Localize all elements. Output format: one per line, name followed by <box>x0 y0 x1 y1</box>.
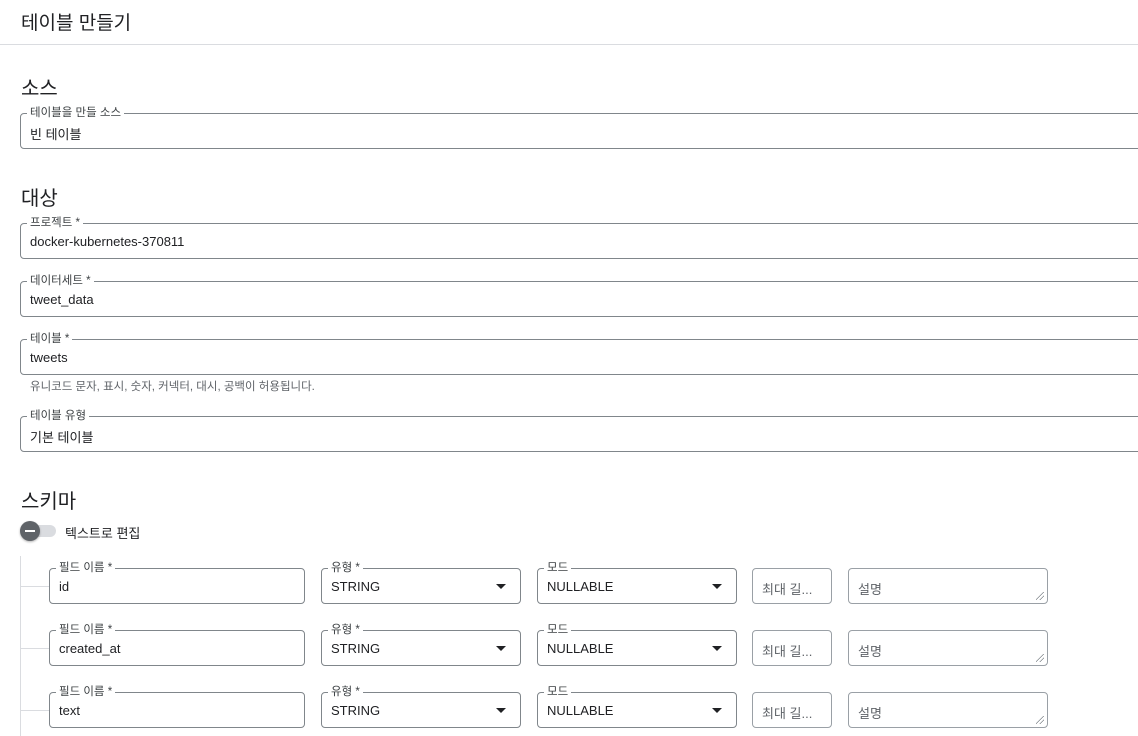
dataset-field-value: tweet_data <box>30 292 94 307</box>
field-type-select[interactable]: 유형 * STRING <box>321 561 521 604</box>
project-field-label: 프로젝트 * <box>27 216 83 230</box>
field-mode-label: 모드 <box>544 561 572 575</box>
field-mode-label: 모드 <box>544 623 572 637</box>
tree-branch <box>20 710 49 711</box>
field-mode-select[interactable]: 모드 NULLABLE <box>537 685 737 728</box>
schema-field-row: 필드 이름 * text 유형 * STRING 모드 NULLABLE 최대 … <box>0 685 1138 728</box>
tree-branch <box>20 648 49 649</box>
field-type-label: 유형 * <box>328 623 363 637</box>
source-select[interactable]: 테이블을 만들 소스 빈 테이블 <box>20 106 1138 149</box>
table-type-select-label: 테이블 유형 <box>27 409 90 423</box>
edit-as-text-label: 텍스트로 편집 <box>65 526 141 541</box>
field-name-value: created_at <box>59 641 121 656</box>
field-max-length-input[interactable]: 최대 길... <box>752 568 832 604</box>
resize-handle-icon[interactable] <box>1036 654 1044 662</box>
description-placeholder: 설명 <box>858 706 882 721</box>
toggle-knob <box>20 521 40 541</box>
tree-branch <box>20 586 49 587</box>
dropdown-arrow-icon <box>712 584 722 589</box>
description-placeholder: 설명 <box>858 644 882 659</box>
schema-field-row: 필드 이름 * id 유형 * STRING 모드 NULLABLE 최대 길.… <box>0 561 1138 604</box>
field-type-value: STRING <box>331 579 381 594</box>
max-length-placeholder: 최대 길... <box>762 706 813 721</box>
dropdown-arrow-icon <box>496 708 506 713</box>
project-field[interactable]: 프로젝트 * docker-kubernetes-370811 <box>20 216 1138 259</box>
field-mode-label: 모드 <box>544 685 572 699</box>
dataset-field[interactable]: 데이터세트 * tweet_data <box>20 274 1138 317</box>
field-type-label: 유형 * <box>328 561 363 575</box>
field-name-label: 필드 이름 * <box>56 623 116 637</box>
field-type-value: STRING <box>331 703 381 718</box>
table-name-hint: 유니코드 문자, 표시, 숫자, 커넥터, 대시, 공백이 허용됩니다. <box>30 381 315 393</box>
field-mode-select[interactable]: 모드 NULLABLE <box>537 623 737 666</box>
field-name-label: 필드 이름 * <box>56 685 116 699</box>
field-description-textarea[interactable]: 설명 <box>848 630 1048 666</box>
field-type-select[interactable]: 유형 * STRING <box>321 623 521 666</box>
table-name-field-value: tweets <box>30 350 68 365</box>
field-type-label: 유형 * <box>328 685 363 699</box>
dropdown-arrow-icon <box>712 708 722 713</box>
page-title: 테이블 만들기 <box>21 13 132 34</box>
field-description-textarea[interactable]: 설명 <box>848 692 1048 728</box>
field-name-input[interactable]: 필드 이름 * text <box>49 685 305 728</box>
edit-as-text-toggle[interactable] <box>20 520 58 542</box>
field-mode-select[interactable]: 모드 NULLABLE <box>537 561 737 604</box>
project-field-value: docker-kubernetes-370811 <box>30 234 185 249</box>
field-mode-value: NULLABLE <box>547 703 614 718</box>
max-length-placeholder: 최대 길... <box>762 644 813 659</box>
source-section-title: 소스 <box>21 78 58 100</box>
dropdown-arrow-icon <box>496 584 506 589</box>
field-name-value: id <box>59 579 70 594</box>
field-name-input[interactable]: 필드 이름 * id <box>49 561 305 604</box>
field-description-textarea[interactable]: 설명 <box>848 568 1048 604</box>
field-name-value: text <box>59 703 80 718</box>
page-header: 테이블 만들기 <box>0 0 1138 45</box>
table-name-field[interactable]: 테이블 * tweets <box>20 332 1138 375</box>
table-type-select[interactable]: 테이블 유형 기본 테이블 <box>20 409 1138 452</box>
field-type-value: STRING <box>331 641 381 656</box>
resize-handle-icon[interactable] <box>1036 716 1044 724</box>
resize-handle-icon[interactable] <box>1036 592 1044 600</box>
description-placeholder: 설명 <box>858 582 882 597</box>
field-name-label: 필드 이름 * <box>56 561 116 575</box>
destination-section-title: 대상 <box>21 188 58 210</box>
dataset-field-label: 데이터세트 * <box>27 274 94 288</box>
source-select-label: 테이블을 만들 소스 <box>27 106 125 120</box>
schema-field-row: 필드 이름 * created_at 유형 * STRING 모드 NULLAB… <box>0 623 1138 666</box>
field-mode-value: NULLABLE <box>547 641 614 656</box>
field-max-length-input[interactable]: 최대 길... <box>752 630 832 666</box>
dropdown-arrow-icon <box>496 646 506 651</box>
schema-section-title: 스키마 <box>21 491 77 513</box>
field-name-input[interactable]: 필드 이름 * created_at <box>49 623 305 666</box>
dropdown-arrow-icon <box>712 646 722 651</box>
table-type-select-value: 기본 테이블 <box>30 430 94 445</box>
source-select-value: 빈 테이블 <box>30 127 82 142</box>
field-max-length-input[interactable]: 최대 길... <box>752 692 832 728</box>
table-name-field-label: 테이블 * <box>27 332 73 346</box>
max-length-placeholder: 최대 길... <box>762 582 813 597</box>
field-mode-value: NULLABLE <box>547 579 614 594</box>
field-type-select[interactable]: 유형 * STRING <box>321 685 521 728</box>
